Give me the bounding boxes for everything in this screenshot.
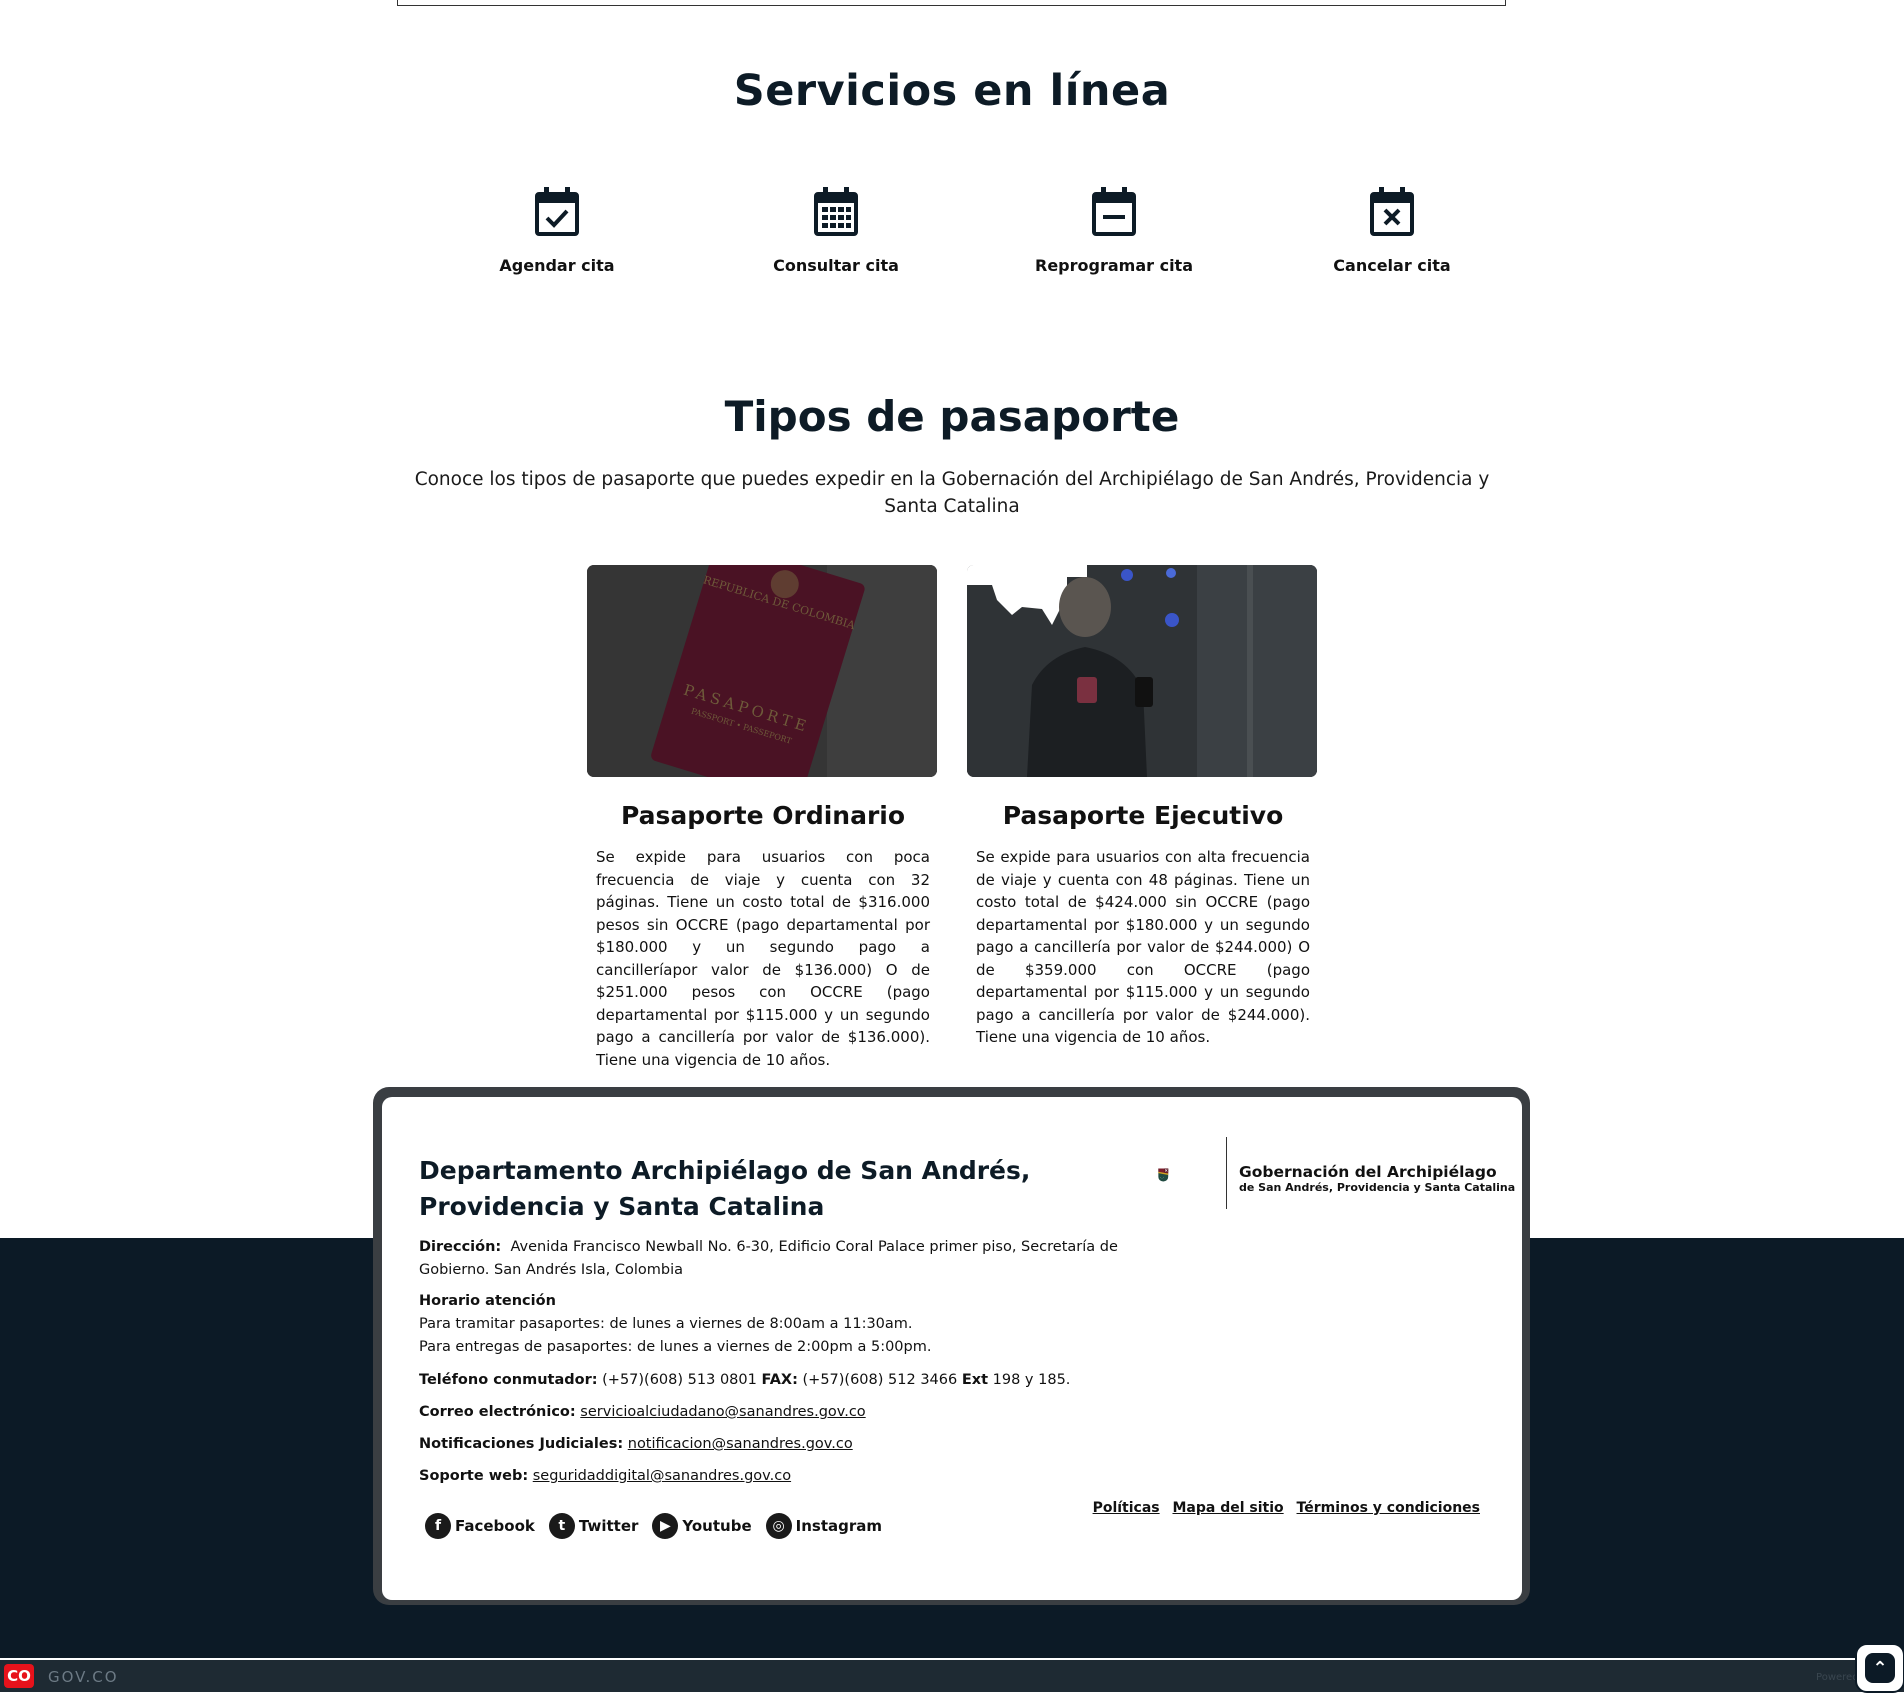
calendar-minus-icon (1092, 187, 1136, 236)
footer-card: Departamento Archipiélago de San Andrés,… (382, 1097, 1522, 1600)
support-email-link[interactable]: seguridaddigital@sanandres.gov.co (533, 1468, 791, 1484)
passport-photo: REPUBLICA DE COLOMBIA PASAPORTE PASSPORT… (587, 565, 937, 777)
link-mapa-sitio[interactable]: Mapa del sitio (1172, 1500, 1283, 1516)
ext-value: 198 y 185. (992, 1372, 1071, 1388)
instagram-icon: ◎ (765, 1513, 792, 1539)
social-youtube[interactable]: ▶ Youtube (652, 1513, 752, 1539)
service-label: Cancelar cita (1333, 256, 1451, 275)
email-label: Correo electrónico: (419, 1404, 576, 1420)
services-row: Agendar cita Consultar cita Reprogramar … (0, 186, 1904, 296)
card-title: Pasaporte Ordinario (620, 801, 906, 830)
service-cancelar-cita[interactable]: Cancelar cita (1282, 186, 1502, 275)
social-label: Twitter (578, 1517, 639, 1535)
ext-label: Ext (961, 1372, 989, 1388)
logo-divider (1226, 1137, 1227, 1209)
service-reprogramar-cita[interactable]: Reprogramar cita (1004, 186, 1224, 275)
executive-image (967, 565, 1317, 777)
footer-hours: Horario atención Para tramitar pasaporte… (419, 1290, 1119, 1359)
footer-email: Correo electrónico: servicioalciudadano@… (419, 1401, 1119, 1424)
calendar-check-icon (535, 187, 579, 236)
logo-subtitle: de San Andrés, Providencia y Santa Catal… (1239, 1181, 1516, 1194)
card-description: Se expide para usuarios con alta frecuen… (976, 848, 1310, 1046)
facebook-icon: f (425, 1513, 451, 1539)
social-label: Instagram (795, 1517, 882, 1535)
footer-links: Políticas Mapa del sitio Términos y cond… (1085, 1500, 1480, 1516)
social-twitter[interactable]: t Twitter (548, 1513, 639, 1539)
fax-value: (+57)(608) 512 3466 (802, 1372, 958, 1388)
footer-phone: Teléfono conmutador: (+57)(608) 513 0801… (419, 1369, 1119, 1392)
service-label: Consultar cita (773, 256, 899, 275)
chevron-up-icon: ⌃ (1865, 1653, 1895, 1683)
fax-label: FAX: (761, 1372, 798, 1388)
hours-label: Horario atención (419, 1293, 556, 1309)
calendar-x-icon (1370, 187, 1414, 236)
passport-card-ordinario[interactable]: REPUBLICA DE COLOMBIA PASAPORTE PASSPORT… (587, 565, 939, 1071)
footer-title: Departamento Archipiélago de San Andrés,… (419, 1156, 1031, 1221)
link-terminos[interactable]: Términos y condiciones (1297, 1500, 1480, 1516)
card-title: Pasaporte Ejecutivo (1002, 801, 1284, 830)
link-politicas[interactable]: Políticas (1093, 1500, 1160, 1516)
service-consultar-cita[interactable]: Consultar cita (726, 186, 946, 275)
footer-legal: Notificaciones Judiciales: notificacion@… (419, 1433, 1119, 1456)
services-title: Servicios en línea (733, 66, 1171, 116)
address-label: Dirección: (419, 1239, 502, 1255)
service-label: Reprogramar cita (1035, 256, 1193, 275)
phone-label: Teléfono conmutador: (419, 1372, 598, 1388)
passport-image: REPUBLICA DE COLOMBIA PASAPORTE PASSPORT… (587, 565, 937, 777)
passport-types-subtitle: Conoce los tipos de pasaporte que puedes… (414, 468, 1490, 517)
back-to-top-button[interactable]: ⌃ (1855, 1643, 1904, 1693)
email-link[interactable]: servicioalciudadano@sanandres.gov.co (580, 1404, 865, 1420)
gobernacion-shield-logo (1158, 1168, 1169, 1182)
social-instagram[interactable]: ◎ Instagram (765, 1513, 882, 1539)
service-label: Agendar cita (499, 256, 615, 275)
social-label: Youtube (682, 1517, 752, 1535)
legal-email-link[interactable]: notificacion@sanandres.gov.co (628, 1436, 853, 1452)
hours-line-1: Para tramitar pasaportes: de lunes a vie… (419, 1316, 913, 1332)
youtube-icon: ▶ (652, 1513, 679, 1539)
address-value: Avenida Francisco Newball No. 6-30, Edif… (419, 1239, 1118, 1278)
logo-title: Gobernación del Archipiélago (1239, 1163, 1497, 1181)
card-description: Se expide para usuarios con poca frecuen… (596, 848, 930, 1069)
service-agendar-cita[interactable]: Agendar cita (447, 186, 667, 275)
businessman-photo (967, 565, 1317, 777)
support-label: Soporte web: (419, 1468, 529, 1484)
gov-co-logo[interactable]: GOV.CO (48, 1668, 119, 1686)
hours-line-2: Para entregas de pasaportes: de lunes a … (419, 1339, 932, 1355)
social-facebook[interactable]: f Facebook (425, 1513, 535, 1539)
footer-support: Soporte web: seguridaddigital@sanandres.… (419, 1465, 1119, 1488)
social-links: f Facebook t Twitter ▶ Youtube ◎ Instagr… (425, 1513, 882, 1539)
top-frame-border (397, 0, 1506, 6)
passport-types-title: Tipos de pasaporte (724, 392, 1180, 441)
phone-value: (+57)(608) 513 0801 (602, 1372, 757, 1388)
legal-label: Notificaciones Judiciales: (419, 1436, 624, 1452)
gov-co-bar: CO GOV.CO Powered by (0, 1660, 1904, 1692)
passport-card-ejecutivo[interactable]: Pasaporte Ejecutivo Se expide para usuar… (967, 565, 1319, 1049)
twitter-icon: t (548, 1513, 575, 1539)
calendar-grid-icon (814, 187, 858, 236)
social-label: Facebook (455, 1517, 535, 1535)
footer-address: Dirección: Avenida Francisco Newball No.… (419, 1236, 1119, 1282)
co-badge[interactable]: CO (4, 1664, 34, 1688)
